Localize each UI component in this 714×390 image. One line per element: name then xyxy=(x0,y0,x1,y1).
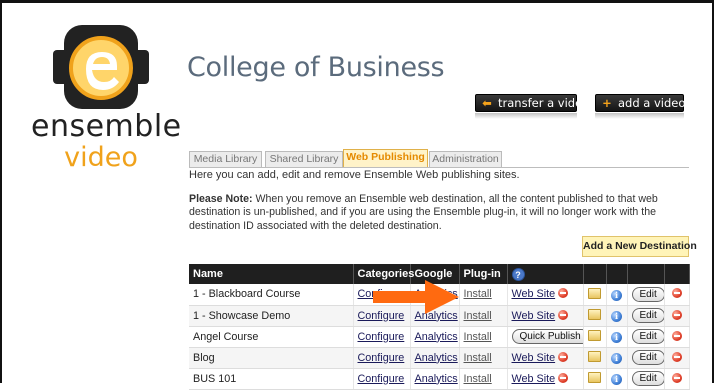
tab-divider xyxy=(189,167,689,168)
analytics-link[interactable]: Analytics xyxy=(415,352,458,364)
header-blank-1 xyxy=(583,264,607,284)
row-name: Blog xyxy=(189,347,354,369)
edit-button[interactable]: Edit xyxy=(631,329,663,344)
web-site-link[interactable]: Web Site xyxy=(512,310,556,322)
delete-icon[interactable] xyxy=(671,330,682,341)
row-name: 1 - Showcase Demo xyxy=(189,305,354,327)
header-blank-2 xyxy=(606,264,628,284)
unpublish-icon[interactable] xyxy=(558,372,569,383)
info-icon[interactable]: i xyxy=(611,332,622,343)
folder-icon[interactable] xyxy=(588,330,601,341)
row-name: Angel Course xyxy=(189,326,354,348)
transfer-video-button[interactable]: ⬅ transfer a video xyxy=(475,94,589,112)
tab-shared-library[interactable]: Shared Library xyxy=(265,151,343,168)
info-icon[interactable]: i xyxy=(611,289,622,301)
page-title: College of Business xyxy=(187,52,445,83)
info-icon[interactable]: i xyxy=(611,374,622,385)
header-help: ? xyxy=(507,264,584,284)
info-icon[interactable]: i xyxy=(611,311,622,322)
folder-icon[interactable] xyxy=(588,287,601,299)
web-site-link[interactable]: Web Site xyxy=(512,352,556,364)
folder-icon[interactable] xyxy=(588,351,601,362)
edit-button[interactable]: Edit xyxy=(631,286,663,302)
configure-link[interactable]: Configure xyxy=(358,331,405,343)
edit-button[interactable]: Edit xyxy=(631,371,663,386)
delete-icon[interactable] xyxy=(671,309,682,320)
table-row: Blog Configure Analytics Install Web Sit… xyxy=(189,347,690,369)
install-link[interactable]: Install xyxy=(464,331,492,343)
folder-icon[interactable] xyxy=(588,309,601,320)
note-label: Please Note: xyxy=(189,193,253,205)
plus-icon: + xyxy=(602,96,612,110)
brand-subtitle: video xyxy=(64,142,138,173)
delete-icon[interactable] xyxy=(671,351,682,362)
note-text: When you remove an Ensemble web destinat… xyxy=(189,193,658,232)
add-new-destination-button[interactable]: Add a New Destination xyxy=(582,236,697,257)
add-video-label: add a video xyxy=(618,96,686,110)
unpublish-icon[interactable] xyxy=(558,288,569,299)
edit-button[interactable]: Edit xyxy=(631,350,663,365)
tab-web-publishing[interactable]: Web Publishing xyxy=(343,149,428,168)
configure-link[interactable]: Configure xyxy=(358,352,405,364)
pointer-arrow-icon xyxy=(373,280,459,314)
help-icon[interactable]: ? xyxy=(511,267,525,281)
header-blank-3 xyxy=(627,264,665,284)
ensemble-logo-icon xyxy=(53,25,149,109)
unpublish-icon[interactable] xyxy=(558,351,569,362)
brand-name: ensemble xyxy=(31,109,182,144)
intro-text: Here you can add, edit and remove Ensemb… xyxy=(189,169,520,181)
tab-media-library[interactable]: Media Library xyxy=(189,151,262,168)
transfer-video-label: transfer a video xyxy=(498,96,590,110)
delete-icon[interactable] xyxy=(671,288,682,299)
row-name: 1 - Blackboard Course xyxy=(189,284,354,306)
edit-button[interactable]: Edit xyxy=(631,308,663,323)
folder-icon[interactable] xyxy=(588,372,601,383)
table-row: BUS 101 Configure Analytics Install Web … xyxy=(189,368,690,390)
analytics-link[interactable]: Analytics xyxy=(415,331,458,343)
add-video-button[interactable]: + add a video xyxy=(595,94,686,112)
header-name[interactable]: Name xyxy=(189,264,354,284)
web-site-link[interactable]: Web Site xyxy=(512,288,556,300)
transfer-button-reflection xyxy=(475,113,577,119)
arrow-left-icon: ⬅ xyxy=(482,96,492,110)
install-link[interactable]: Install xyxy=(464,310,492,322)
row-name: BUS 101 xyxy=(189,368,354,390)
delete-icon[interactable] xyxy=(671,372,682,383)
add-video-button-reflection xyxy=(595,113,684,119)
quick-publish-button[interactable]: Quick Publish xyxy=(511,329,582,344)
warning-note: Please Note: When you remove an Ensemble… xyxy=(189,193,689,233)
tab-administration[interactable]: Administration xyxy=(429,151,502,168)
table-row: Angel Course Configure Analytics Install… xyxy=(189,326,690,348)
header-plugin: Plug-in xyxy=(459,264,508,284)
info-icon[interactable]: i xyxy=(611,353,622,364)
install-link[interactable]: Install xyxy=(464,288,492,300)
header-blank-4 xyxy=(664,264,690,284)
install-link[interactable]: Install xyxy=(464,352,492,364)
unpublish-icon[interactable] xyxy=(558,309,569,320)
